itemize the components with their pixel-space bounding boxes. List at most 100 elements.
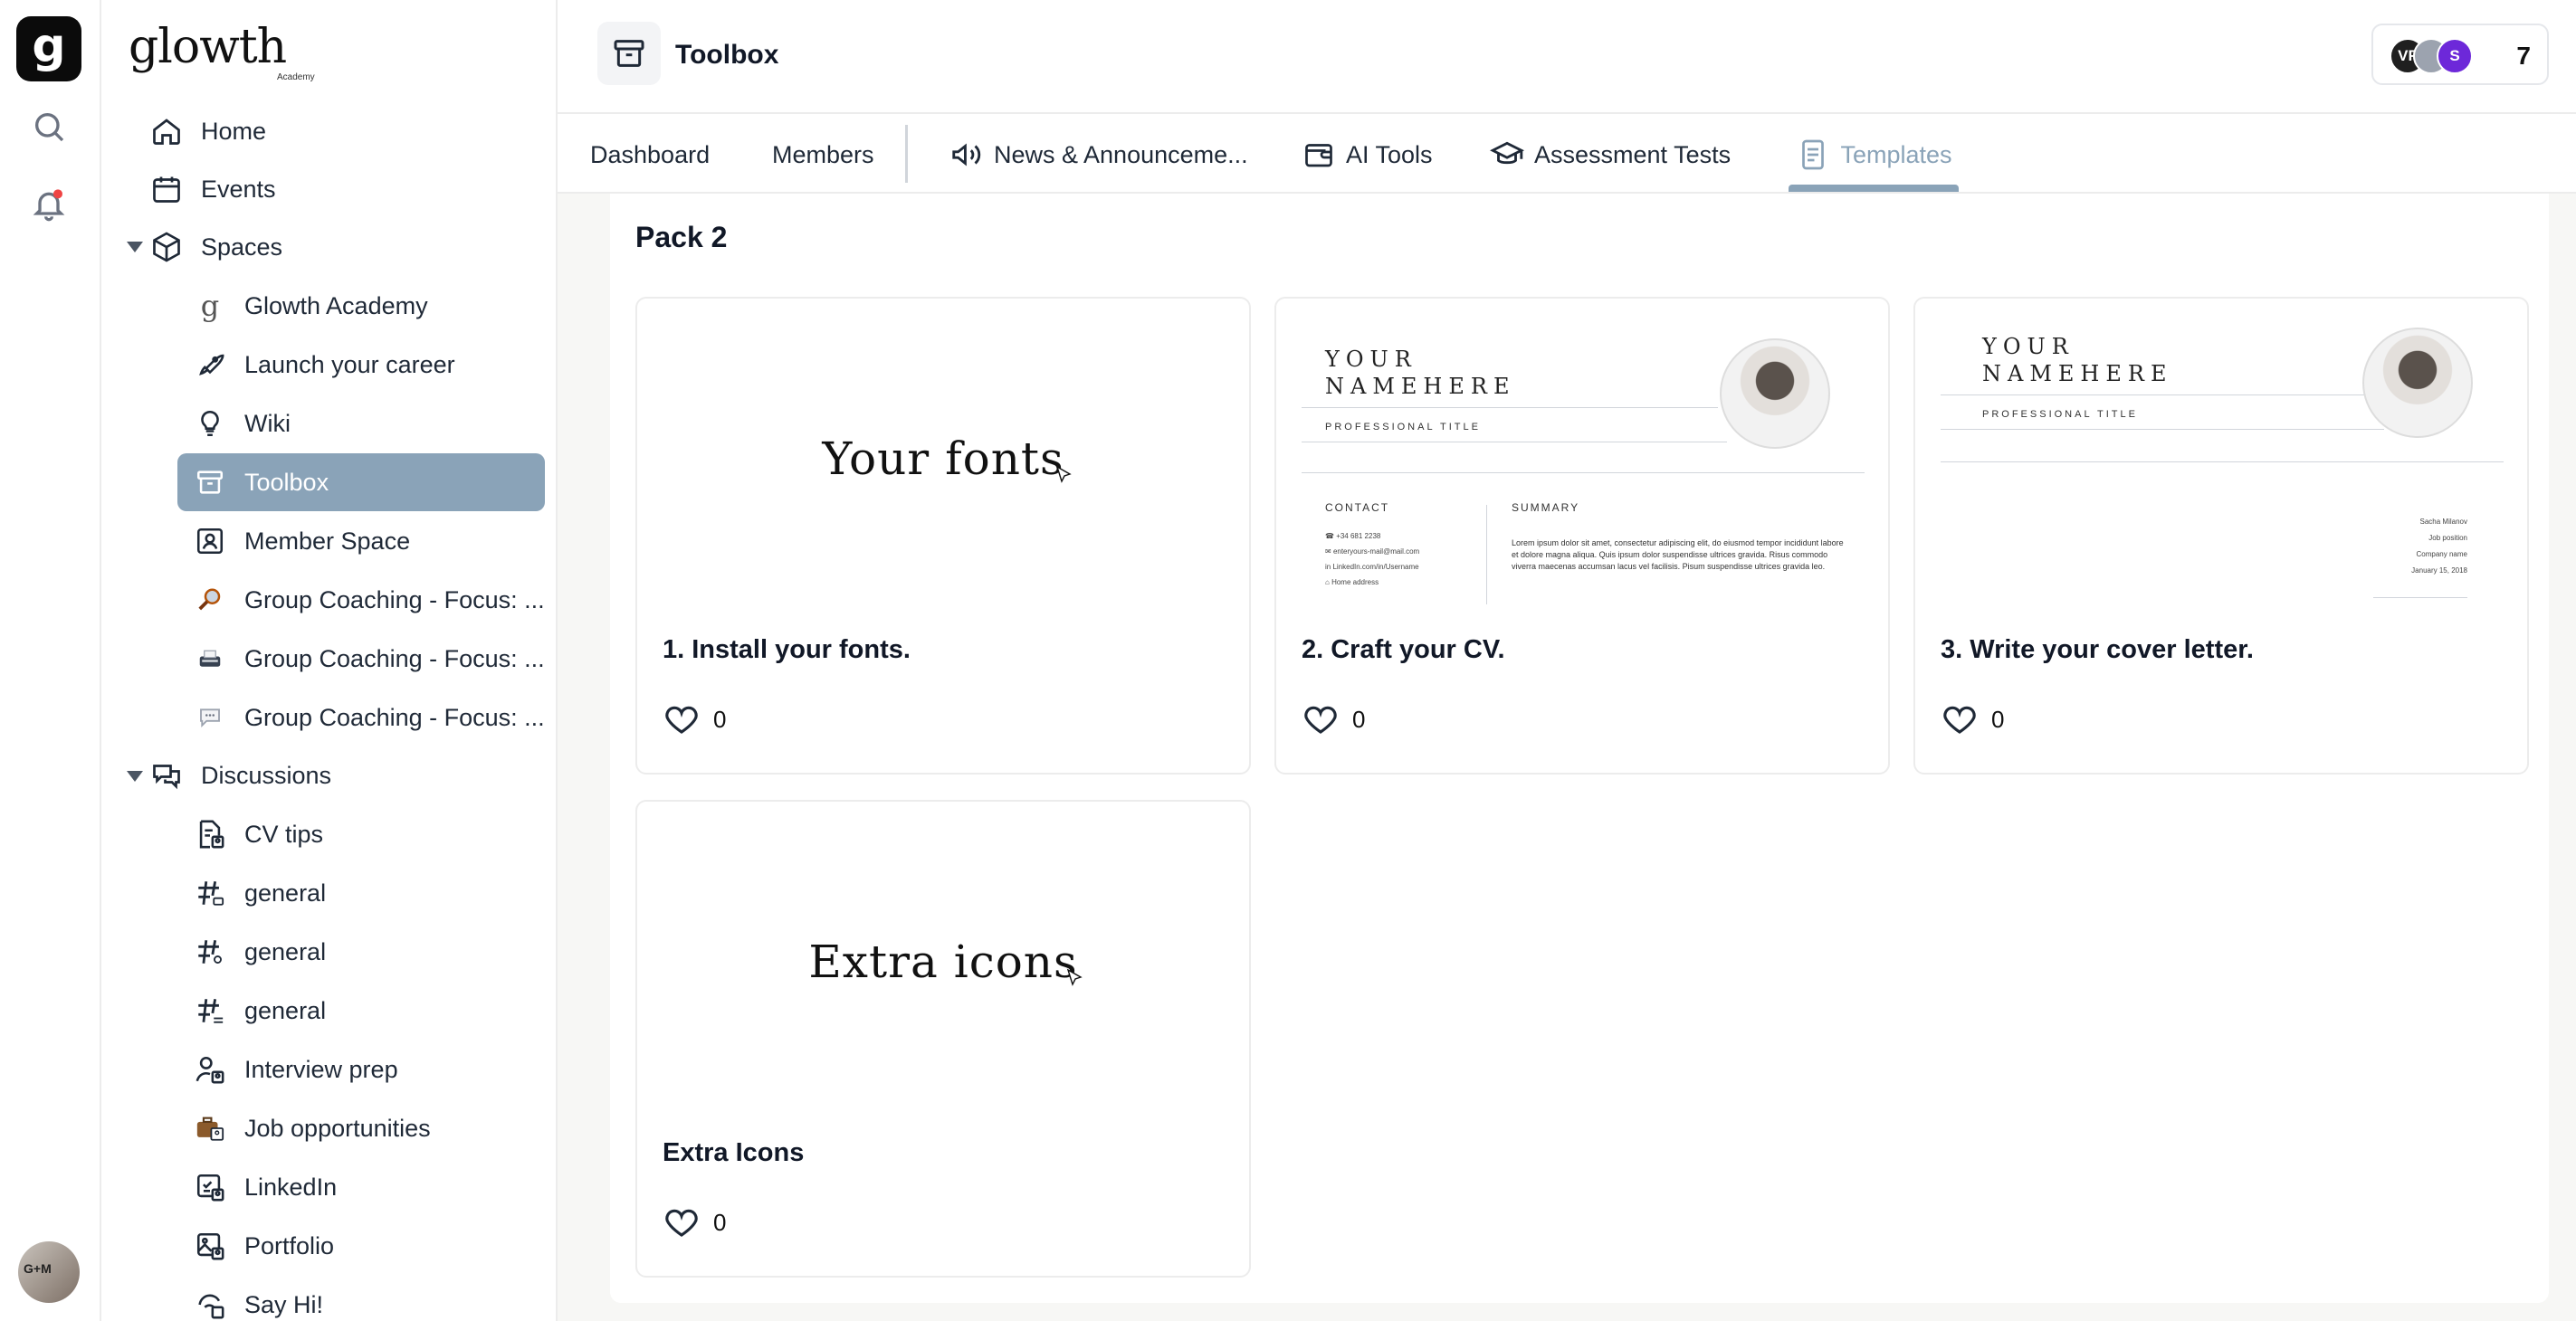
preview-text: Your fonts — [822, 432, 1064, 485]
sidebar-item-say-hi[interactable]: Say Hi! — [177, 1276, 545, 1321]
template-card-extra-icons[interactable]: Extra icons Extra Icons 0 — [635, 800, 1251, 1278]
divider — [1302, 472, 1865, 473]
sidebar-item-home[interactable]: Home — [148, 102, 516, 160]
image-frame-icon — [192, 1228, 228, 1264]
tab-members[interactable]: Members — [772, 116, 874, 194]
portrait-photo — [1720, 338, 1830, 449]
page-header: Toolbox VF S 7 — [558, 0, 2576, 114]
hashtag-chat-icon — [192, 875, 228, 911]
sidebar-item-label: general — [244, 879, 327, 907]
app-logo[interactable]: g — [16, 16, 81, 81]
sidebar-item-job-opportunities[interactable]: Job opportunities — [177, 1099, 545, 1157]
cv-summary-text: Lorem ipsum dolor sit amet, consectetur … — [1512, 538, 1844, 571]
sidebar-section-discussions[interactable]: Discussions — [148, 746, 516, 804]
document-icon — [1795, 137, 1831, 173]
like-button[interactable]: 0 — [663, 1203, 726, 1241]
avatar-initials: G+M — [24, 1261, 52, 1276]
sidebar-item-general-1[interactable]: general — [177, 864, 545, 922]
card-preview: Extra icons — [637, 802, 1249, 1127]
like-button[interactable]: 0 — [1302, 700, 1365, 738]
sidebar-section-label: Discussions — [201, 761, 332, 789]
sidebar-item-label: Wiki — [244, 409, 291, 437]
member-count: 7 — [2516, 42, 2531, 70]
graduation-cap-icon — [1489, 137, 1525, 173]
sidebar-item-cv-tips[interactable]: CV tips — [177, 805, 545, 863]
cv-contact-heading: CONTACT — [1325, 501, 1390, 514]
template-card-fonts[interactable]: Your fonts 1. Install your fonts. 0 — [635, 297, 1251, 775]
archive-box-icon — [192, 464, 228, 500]
speech-bubble-emoji-icon — [192, 699, 228, 736]
tab-assessment-tests[interactable]: Assessment Tests — [1489, 116, 1731, 194]
heart-icon — [665, 706, 698, 734]
sidebar-item-launch-your-career[interactable]: Launch your career — [177, 336, 545, 394]
sidebar-item-wiki[interactable]: Wiki — [177, 394, 545, 452]
avatar: S — [2437, 38, 2473, 74]
brand-subtitle: Academy — [277, 72, 315, 82]
sidebar-item-label: Glowth Academy — [244, 291, 428, 319]
space-icon-box — [597, 22, 661, 85]
bell-icon[interactable] — [31, 186, 67, 223]
like-count: 0 — [1352, 705, 1366, 733]
sidebar-item-label: Launch your career — [244, 350, 455, 378]
archive-box-icon — [614, 40, 644, 67]
sidebar-item-label: Home — [201, 117, 267, 145]
spaces-caret-icon[interactable] — [127, 242, 143, 252]
briefcase-icon — [192, 1110, 228, 1146]
sidebar-item-glowth-academy[interactable]: g Glowth Academy — [177, 277, 545, 335]
cover-subtitle: PROFESSIONAL TITLE — [1982, 409, 2138, 420]
sidebar-item-group-coaching-2[interactable]: Group Coaching - Focus: ... — [177, 630, 545, 688]
brand-logo[interactable]: glowth — [129, 20, 287, 74]
page-title: Toolbox — [675, 40, 779, 70]
member-card-icon — [192, 523, 228, 559]
search-icon[interactable] — [31, 109, 67, 145]
sidebar-item-group-coaching-1[interactable]: Group Coaching - Focus: ... — [177, 571, 545, 629]
sidebar-section-label: Spaces — [201, 233, 283, 261]
tab-divider — [905, 125, 908, 183]
calendar-icon — [148, 171, 185, 207]
sidebar-item-linkedin[interactable]: LinkedIn — [177, 1158, 545, 1216]
wallet-icon — [1301, 137, 1337, 173]
cover-name: YOUR NAMEHERE — [1982, 334, 2173, 386]
tab-news-announcements[interactable]: News & Announceme... — [949, 116, 1248, 194]
cube-icon — [148, 229, 185, 265]
sidebar-item-member-space[interactable]: Member Space — [177, 512, 545, 570]
like-count: 0 — [713, 705, 727, 733]
cv-subtitle: PROFESSIONAL TITLE — [1325, 422, 1481, 432]
cursor-icon — [1066, 968, 1083, 986]
sidebar-item-general-3[interactable]: general — [177, 982, 545, 1040]
divider — [1486, 505, 1487, 604]
tab-ai-tools[interactable]: AI Tools — [1301, 116, 1433, 194]
tab-templates[interactable]: Templates — [1789, 116, 1959, 194]
cv-contact-list: ☎ +34 681 2238 ✉ enteryours-mail@mail.co… — [1325, 532, 1420, 586]
sidebar-item-interview-prep[interactable]: Interview prep — [177, 1041, 545, 1098]
tab-dashboard[interactable]: Dashboard — [590, 116, 710, 194]
discussions-caret-icon[interactable] — [127, 771, 143, 782]
template-card-cover-letter[interactable]: YOUR NAMEHERE PROFESSIONAL TITLE Sacha Mi… — [1913, 297, 2529, 775]
sidebar-item-label: Portfolio — [244, 1231, 335, 1259]
user-avatar[interactable]: G+M — [18, 1241, 80, 1303]
sidebar-item-general-2[interactable]: general — [177, 923, 545, 981]
divider — [1941, 429, 2384, 430]
sidebar-item-label: Member Space — [244, 527, 411, 555]
sidebar-item-label: Group Coaching - Focus: ... — [244, 703, 545, 731]
members-button[interactable]: VF S 7 — [2371, 24, 2549, 85]
document-user-icon — [192, 816, 228, 852]
like-count: 0 — [1991, 705, 2005, 733]
sidebar-item-toolbox[interactable]: Toolbox — [177, 453, 545, 511]
cv-preview: YOUR NAMEHERE PROFESSIONAL TITLE CONTACT … — [1276, 299, 1888, 624]
sidebar-item-events[interactable]: Events — [148, 160, 516, 218]
sidebar-item-label: general — [244, 996, 327, 1024]
sidebar-item-portfolio[interactable]: Portfolio — [177, 1217, 545, 1275]
like-button[interactable]: 0 — [1941, 700, 2004, 738]
cursor-icon — [1055, 465, 1072, 483]
magnifier-emoji-icon — [192, 582, 228, 618]
like-button[interactable]: 0 — [663, 700, 726, 738]
sidebar-item-label: Group Coaching - Focus: ... — [244, 644, 545, 672]
left-rail: g G+M — [0, 0, 101, 1321]
divider — [1941, 461, 2504, 462]
sidebar-item-group-coaching-3[interactable]: Group Coaching - Focus: ... — [177, 689, 545, 746]
divider — [1302, 407, 1718, 408]
template-card-cv[interactable]: YOUR NAMEHERE PROFESSIONAL TITLE CONTACT … — [1274, 297, 1890, 775]
sidebar-section-spaces[interactable]: Spaces — [148, 218, 516, 276]
home-icon — [148, 113, 185, 149]
